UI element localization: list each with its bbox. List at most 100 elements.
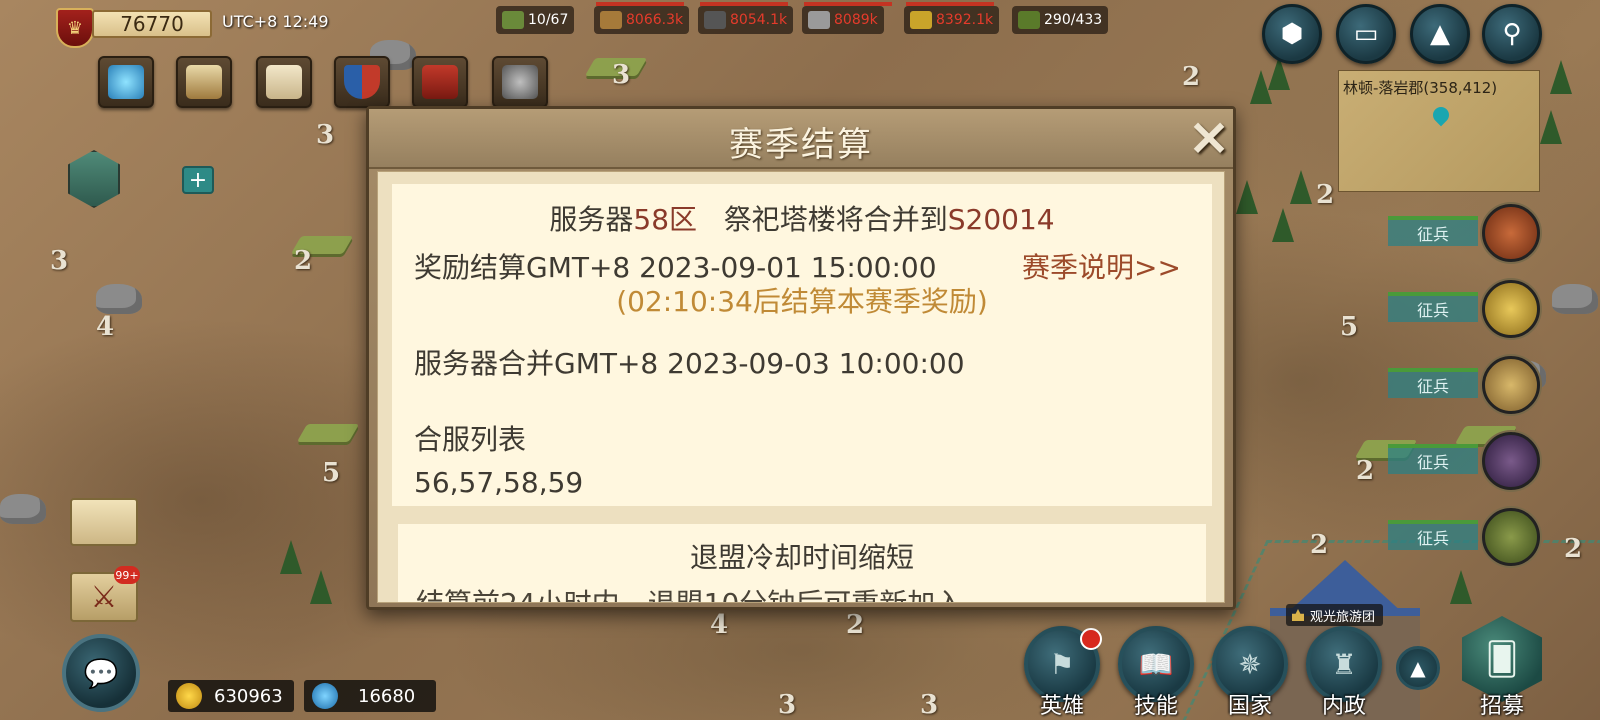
map-pin-icon	[1429, 103, 1453, 127]
gem-currency[interactable]: 16680	[304, 680, 436, 712]
territory-count[interactable]: 290/433	[1012, 6, 1109, 34]
crown-icon[interactable]: ♛	[56, 8, 94, 48]
server-clock: UTC+8 12:49	[222, 12, 329, 31]
tree	[1550, 60, 1572, 94]
grain-value: 8392.1k	[936, 12, 994, 28]
merge-server: 58区	[633, 203, 698, 236]
hero-portrait[interactable]	[1482, 508, 1540, 566]
hero-slot[interactable]: 征兵	[1388, 432, 1548, 492]
settlement-countdown: (02:10:34后结算本赛季奖励)	[616, 285, 988, 318]
nav-label-nation: 国家	[1227, 694, 1272, 719]
castle-banner-icon[interactable]	[256, 56, 312, 108]
shield-banner-icon[interactable]	[334, 56, 390, 108]
scroll-chest-icon[interactable]	[176, 56, 232, 108]
hero-portrait[interactable]	[1482, 204, 1540, 262]
tree	[280, 540, 302, 574]
recruit-button[interactable]: 征兵	[1388, 444, 1478, 474]
recruit-button[interactable]: 征兵	[1388, 292, 1478, 322]
minimap-location: 林顿-落岩郡(358,412)	[1343, 79, 1498, 97]
nav-label-recruit: 招募	[1479, 694, 1524, 719]
hero-slot[interactable]: 征兵	[1388, 356, 1548, 416]
iron-icon	[704, 11, 726, 29]
tile-level: 3	[778, 690, 797, 720]
recruit-button[interactable]: 征兵	[1388, 216, 1478, 246]
gold-value: 630963	[214, 685, 283, 707]
chat-icon[interactable]: 💬	[62, 634, 140, 712]
hero-portrait[interactable]	[1482, 356, 1540, 414]
tree	[310, 570, 332, 604]
hero-slot[interactable]: 征兵	[1388, 280, 1548, 340]
stone-value: 8089k	[834, 12, 878, 28]
minimap[interactable]: 林顿-落岩郡(358,412)	[1338, 70, 1540, 192]
map-scroll-icon[interactable]: ▭	[1336, 4, 1396, 64]
expand-up-icon[interactable]: ▲	[1396, 646, 1440, 690]
server-merge-time: 服务器合并GMT+8 2023-09-03 10:00:00	[414, 347, 965, 380]
recruit-button[interactable]: 征兵	[1388, 368, 1478, 398]
cooldown-title: 退盟冷却时间缩短	[689, 541, 914, 574]
hero-portrait[interactable]	[1482, 280, 1540, 338]
mail-icon[interactable]	[70, 498, 138, 546]
alert-dot	[1080, 628, 1102, 650]
triangle-up-icon[interactable]: ▲	[1410, 4, 1470, 64]
tree	[1450, 570, 1472, 604]
stone-icon	[808, 11, 830, 29]
nav-label-skills: 技能	[1133, 694, 1178, 719]
grain-resource[interactable]: 8392.1k	[904, 6, 1000, 34]
merge-notice: 服务器58区 祭祀塔楼将合并到S20014	[392, 198, 1212, 238]
add-button[interactable]: +	[182, 166, 214, 194]
stone-resource[interactable]: 8089k	[802, 6, 884, 34]
troop-capacity-value: 10/67	[528, 12, 569, 28]
merge-target: S20014	[947, 203, 1055, 236]
nav-label-heroes: 英雄	[1039, 694, 1084, 719]
wood-icon	[600, 11, 622, 29]
merge-prefix: 服务器	[549, 203, 634, 236]
troop-icon	[502, 11, 524, 29]
tile-level: 4	[710, 610, 729, 640]
grass-patch	[296, 424, 360, 442]
tile-level: 5	[322, 458, 341, 488]
hero-portrait[interactable]	[1482, 432, 1540, 490]
dialog-body[interactable]: 服务器58区 祭祀塔楼将合并到S20014 奖励结算GMT+8 2023-09-…	[377, 171, 1225, 603]
hero-slot[interactable]: 征兵	[1388, 204, 1548, 264]
rock	[1552, 284, 1598, 314]
dialog-title: 赛季结算	[729, 125, 873, 165]
tree	[1272, 208, 1294, 242]
grain-icon	[910, 11, 932, 29]
hero-slot[interactable]: 征兵	[1388, 508, 1548, 568]
wood-resource[interactable]: 8066.3k	[594, 6, 690, 34]
close-icon[interactable]: ×	[1185, 111, 1233, 163]
location-pin-icon[interactable]: ⚲	[1482, 4, 1542, 64]
power-value[interactable]: 76770	[92, 10, 212, 38]
red-banner-icon[interactable]	[412, 56, 468, 108]
cooldown-description: 结算前24小时内，退盟10分钟后可重新加入	[416, 582, 963, 602]
flag-icon	[1018, 11, 1040, 29]
tile-level: 2	[1316, 180, 1335, 210]
hexagon-grid-icon[interactable]: ⬢	[1262, 4, 1322, 64]
iron-resource[interactable]: 8054.1k	[698, 6, 794, 34]
dialog-header: 赛季结算 ×	[369, 109, 1233, 169]
tile-level: 2	[1182, 62, 1201, 92]
tile-level: 5	[1340, 312, 1359, 342]
tile-level: 2	[1564, 534, 1583, 564]
troop-capacity[interactable]: 10/67	[496, 6, 575, 34]
tile-level: 3	[920, 690, 939, 720]
recruit-button[interactable]: 征兵	[1388, 520, 1478, 550]
tile-level: 2	[1310, 530, 1329, 560]
territory-value: 290/433	[1044, 12, 1103, 28]
merge-list: 56,57,58,59	[414, 466, 584, 499]
iron-value: 8054.1k	[730, 12, 788, 28]
merge-list-title: 合服列表	[414, 423, 527, 456]
tile-level: 3	[316, 120, 335, 150]
tour-group-tag[interactable]: 观光旅游团	[1286, 604, 1384, 626]
gold-currency[interactable]: 630963	[168, 680, 294, 712]
season-settlement-dialog: 赛季结算 × 服务器58区 祭祀塔楼将合并到S20014 奖励结算GMT+8 2…	[366, 106, 1236, 610]
merge-middle: 祭祀塔楼将合并到	[723, 203, 948, 236]
nav-label-internal: 内政	[1321, 694, 1366, 719]
tile-level: 3	[612, 60, 631, 90]
knight-helmet-icon[interactable]	[492, 56, 548, 108]
tile-level: 2	[1356, 456, 1375, 486]
crystal-chest-icon[interactable]	[98, 56, 154, 108]
rock	[0, 494, 46, 524]
tile-level: 3	[50, 246, 69, 276]
gem-icon	[312, 683, 338, 709]
